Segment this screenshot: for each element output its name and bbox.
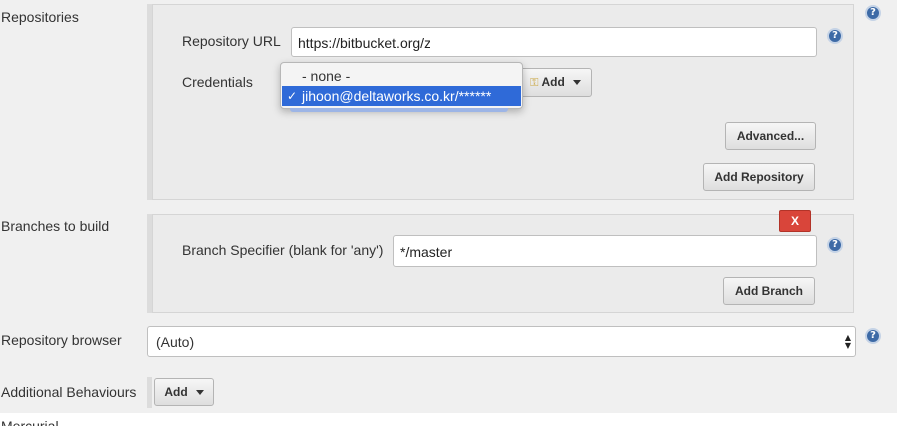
repositories-help-icon[interactable]: ? (865, 5, 881, 21)
additional-behaviours-add-label: Add (164, 385, 188, 399)
repositories-label: Repositories (1, 9, 79, 25)
key-icon: ⚿ (530, 76, 539, 89)
repository-browser-help-icon[interactable]: ? (865, 328, 881, 344)
check-icon: ✓ (287, 89, 298, 103)
mercurial-label: Mercurial (1, 418, 59, 426)
repository-url-help-icon[interactable]: ? (827, 28, 843, 44)
branch-specifier-input[interactable]: */master (393, 235, 817, 267)
credentials-option-jihoon[interactable]: ✓ jihoon@deltaworks.co.kr/****** (282, 86, 521, 106)
credentials-add-button[interactable]: ⚿ Add (519, 68, 592, 97)
branch-specifier-help-icon[interactable]: ? (827, 237, 843, 253)
repository-browser-value: (Auto) (156, 334, 195, 350)
branch-specifier-label: Branch Specifier (blank for 'any') (182, 242, 384, 258)
page-bottom-area (0, 413, 897, 426)
dropdown-shadow-edge (290, 108, 508, 112)
add-repository-button[interactable]: Add Repository (703, 163, 815, 191)
additional-behaviours-add-button[interactable]: Add (154, 378, 214, 406)
delete-branch-button[interactable]: X (779, 210, 811, 232)
repository-url-value: https://bitbucket.org/z (298, 35, 432, 51)
repository-url-label: Repository URL (182, 33, 281, 49)
credentials-option-none[interactable]: - none - (282, 66, 521, 86)
redacted-url-area (430, 36, 560, 50)
chevron-down-icon (195, 390, 204, 396)
branch-specifier-value: */master (400, 244, 453, 260)
additional-behaviours-edge (147, 377, 152, 408)
repository-browser-select[interactable]: (Auto) ▲ ▼ (147, 326, 856, 357)
select-arrows-icon: ▲ ▼ (844, 333, 851, 350)
advanced-button[interactable]: Advanced... (725, 122, 816, 150)
repository-browser-label: Repository browser (1, 332, 122, 348)
credentials-add-label: Add (541, 75, 565, 89)
add-branch-button[interactable]: Add Branch (723, 277, 815, 305)
additional-behaviours-label: Additional Behaviours (1, 384, 137, 400)
chevron-down-icon (572, 80, 581, 86)
credentials-label: Credentials (182, 74, 253, 90)
credentials-dropdown[interactable]: - none - ✓ jihoon@deltaworks.co.kr/*****… (280, 62, 523, 109)
branches-label: Branches to build (1, 218, 110, 234)
